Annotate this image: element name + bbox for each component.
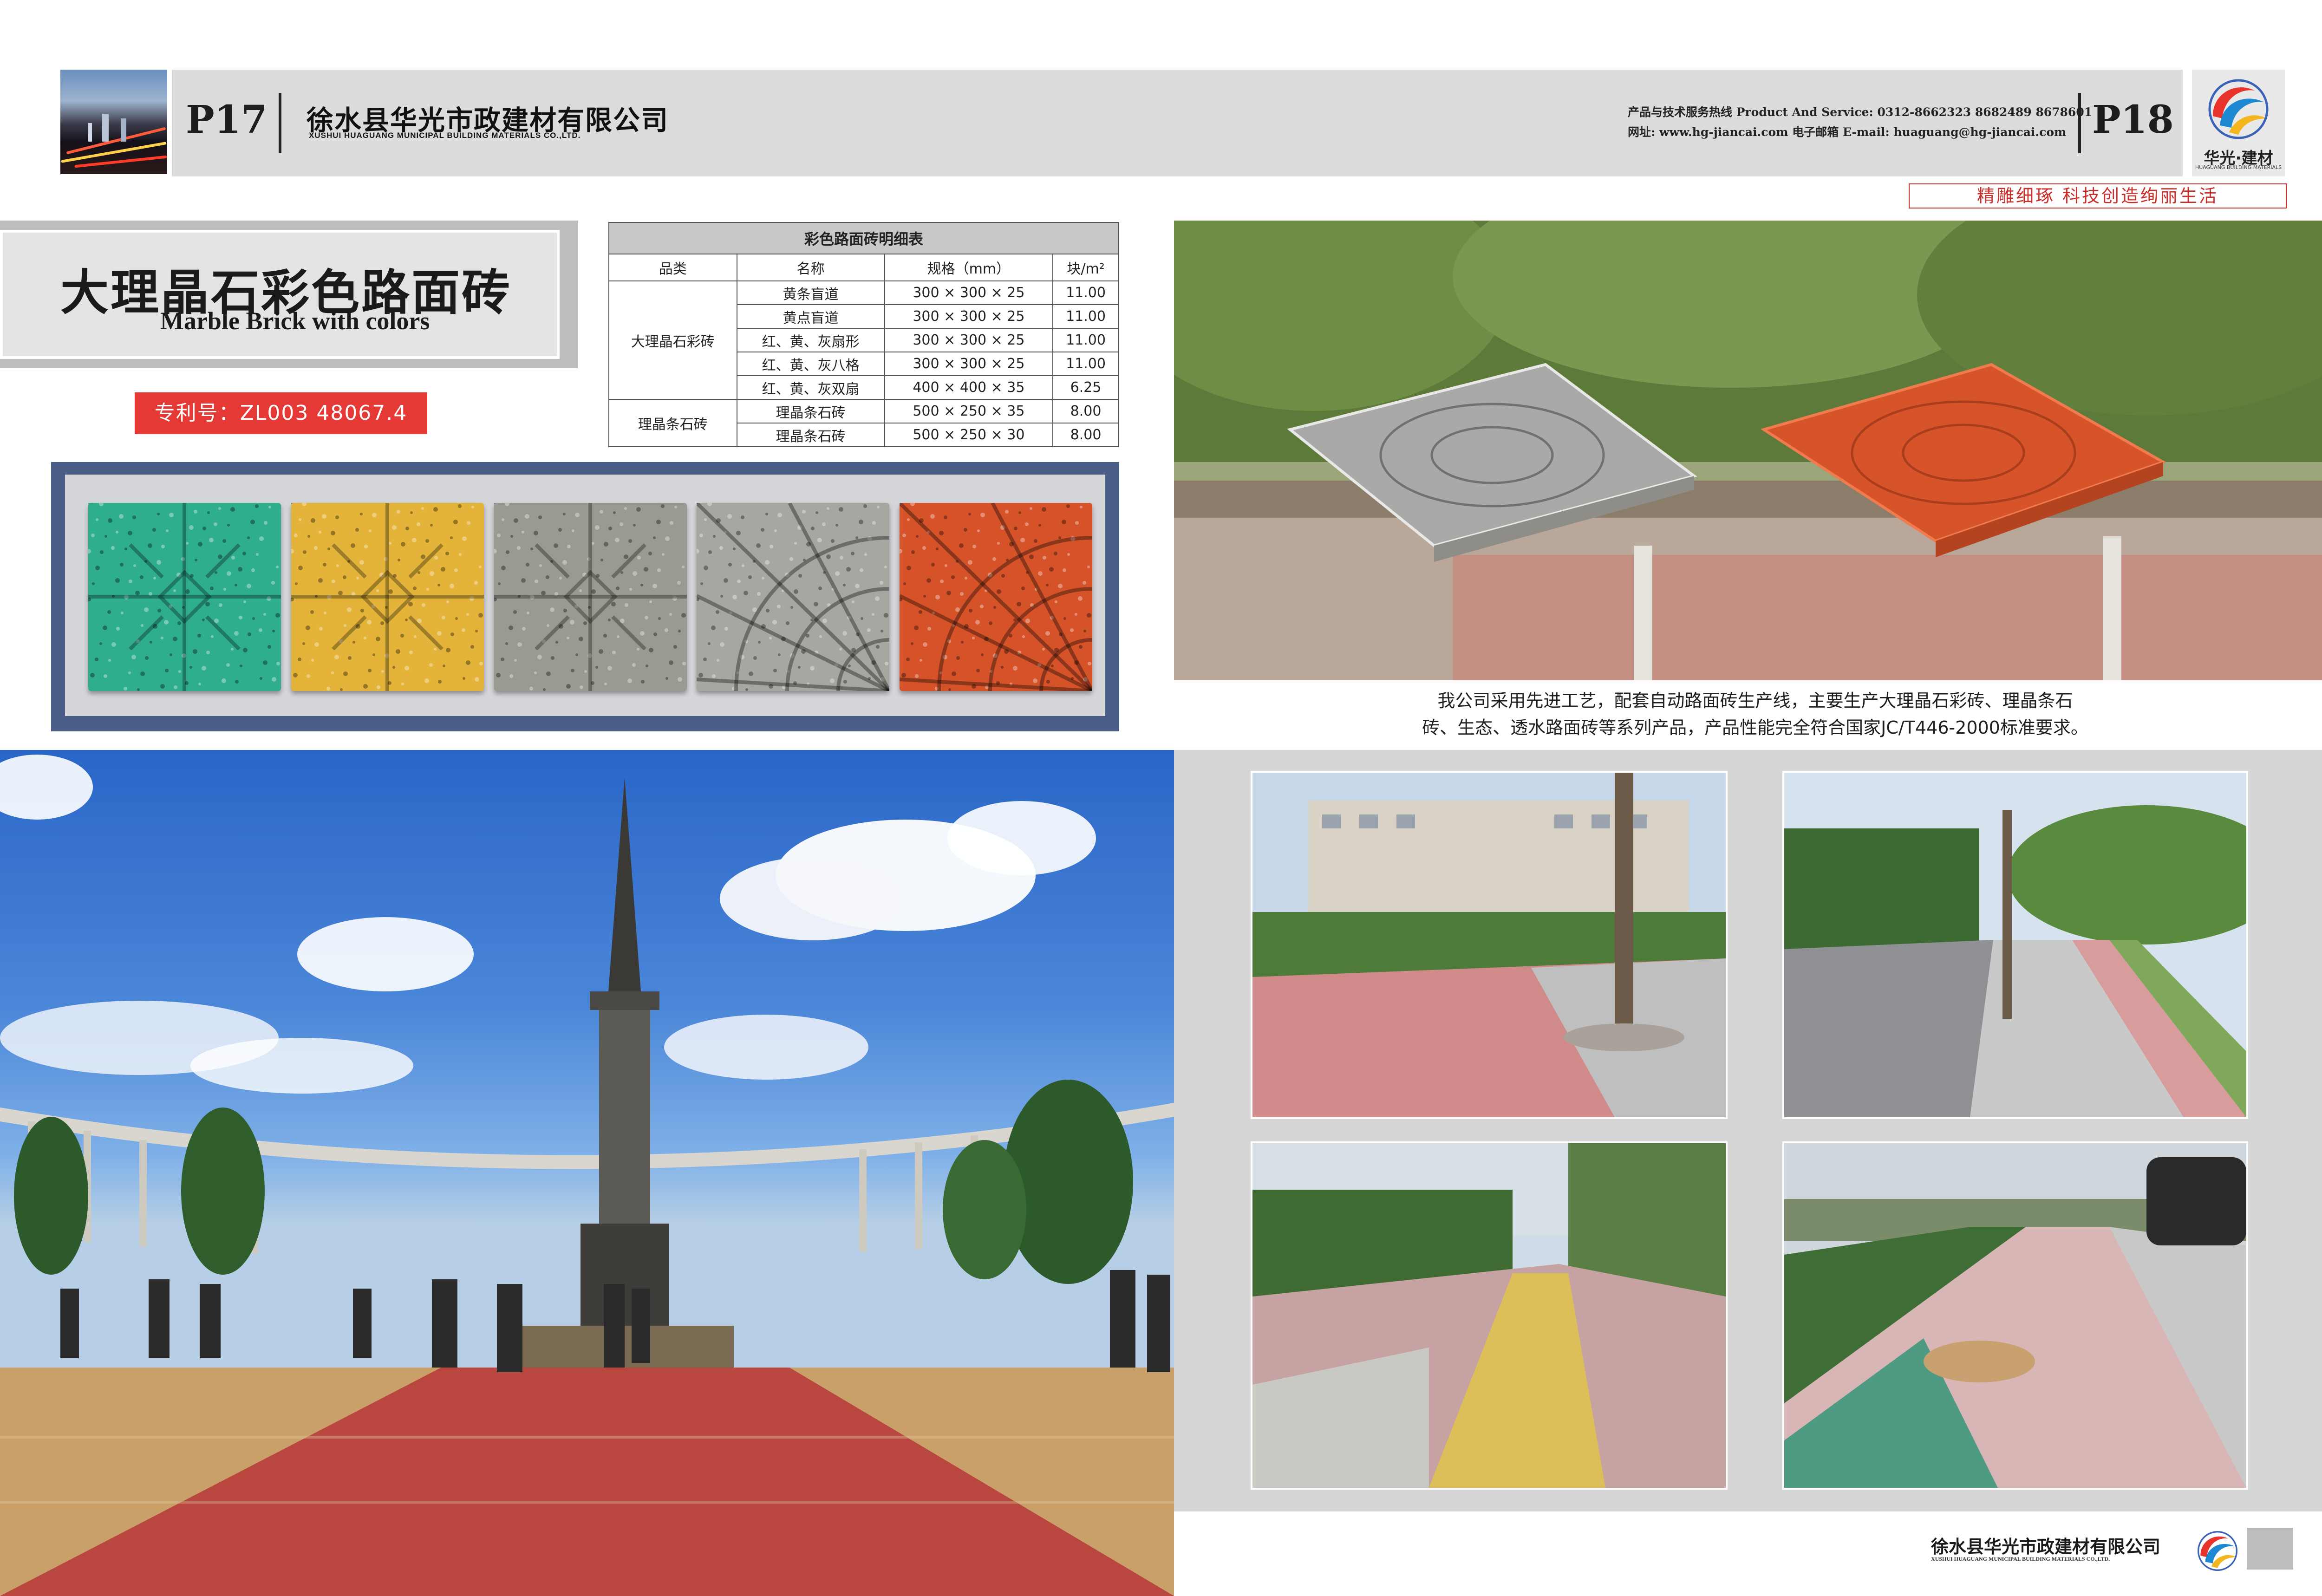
company-description: 我公司采用先进工艺，配套自动路面砖生产线，主要生产大理晶石彩砖、理晶条石 砖、生… — [1174, 687, 2322, 741]
table-category: 理晶条石砖 — [608, 399, 737, 447]
table-header: 名称 — [736, 254, 885, 281]
table-cell: 红、黄、灰扇形 — [736, 328, 885, 352]
table-header: 品类 — [608, 254, 737, 281]
product-showcase-photo — [1174, 221, 2322, 685]
patent-number: 专利号：ZL003 48067.4 — [135, 392, 427, 434]
table-cell: 300 × 300 × 25 — [884, 304, 1054, 329]
roadside-sidewalk-photo — [1782, 771, 2248, 1119]
table-cell: 黄点盲道 — [736, 304, 885, 329]
table-cell: 400 × 400 × 35 — [884, 375, 1054, 400]
huaguang-logo-icon — [2208, 79, 2269, 139]
gray-octagon-tile — [492, 502, 687, 691]
logo-subtext: HUAGUANG BUILDING MATERIALS — [2195, 164, 2282, 170]
description-line-2: 砖、生态、透水路面砖等系列产品，产品性能完全符合国家JC/T446-2000标准… — [1422, 717, 2088, 738]
yellow-octagon-tile — [289, 502, 484, 691]
green-octagon-tile — [86, 502, 281, 691]
footer-gray-block — [2247, 1528, 2293, 1570]
table-cell: 11.00 — [1052, 328, 1119, 352]
table-cell: 8.00 — [1052, 423, 1119, 447]
manhole-sidewalk-photo — [1782, 1141, 2248, 1490]
table-cell: 300 × 300 × 25 — [884, 328, 1054, 352]
table-cell: 300 × 300 × 25 — [884, 352, 1054, 376]
header-divider-right — [2078, 93, 2081, 153]
header-company-english: XUSHUI HUAGUANG MUNICIPAL BUILDING MATER… — [309, 131, 581, 140]
table-caption: 彩色路面砖明细表 — [608, 222, 1119, 254]
header-divider — [279, 93, 281, 153]
table-cell: 8.00 — [1052, 399, 1119, 423]
table-cell: 11.00 — [1052, 352, 1119, 376]
footer-company-name: 徐水县华光市政建材有限公司 — [1931, 1536, 2161, 1557]
website-email: 网址: www.hg-jiancai.com 电子邮箱 E-mail: huag… — [1628, 125, 2067, 139]
red-fan-tile — [898, 502, 1247, 846]
slogan: 精雕细琢 科技创造绚丽生活 — [1909, 183, 2287, 208]
right-page-number: P18 — [2092, 98, 2174, 142]
residential-sidewalk-photo — [1251, 771, 1728, 1119]
table-cell: 理晶条石砖 — [736, 423, 885, 447]
table-cell: 黄条盲道 — [736, 280, 885, 305]
table-header: 规格（mm） — [884, 254, 1054, 281]
spec-table: 彩色路面砖明细表 品类 名称 规格（mm） 块/m² 大理晶石彩砖 黄条盲道 3… — [608, 222, 1119, 447]
description-line-1: 我公司采用先进工艺，配套自动路面砖生产线，主要生产大理晶石彩砖、理晶条石 — [1437, 691, 2073, 711]
table-cell: 500 × 250 × 30 — [884, 423, 1054, 447]
table-cell: 6.25 — [1052, 375, 1119, 400]
table-cell: 红、黄、灰八格 — [736, 352, 885, 376]
left-page-number: P17 — [186, 98, 267, 142]
table-header: 块/m² — [1052, 254, 1119, 281]
service-hotline: 产品与技术服务热线 Product And Service: 0312-8662… — [1628, 105, 2093, 119]
product-title-english: Marble Brick with colors — [160, 307, 430, 335]
footer-logo-icon — [2198, 1531, 2237, 1571]
table-cell: 11.00 — [1052, 304, 1119, 329]
gray-fan-tile — [695, 502, 1044, 846]
table-cell: 理晶条石砖 — [736, 399, 885, 423]
table-cell: 300 × 300 × 25 — [884, 280, 1054, 305]
table-cell: 11.00 — [1052, 280, 1119, 305]
tactile-paving-photo — [1251, 1141, 1728, 1490]
table-category: 大理晶石彩砖 — [608, 280, 737, 400]
table-cell: 500 × 250 × 35 — [884, 399, 1054, 423]
footer-company-english: XUSHUI HUAGUANG MUNICIPAL BUILDING MATER… — [1931, 1556, 2110, 1562]
plaza-photo — [0, 750, 1174, 1596]
table-cell: 红、黄、灰双扇 — [736, 375, 885, 400]
city-night-thumbnail — [60, 70, 167, 174]
